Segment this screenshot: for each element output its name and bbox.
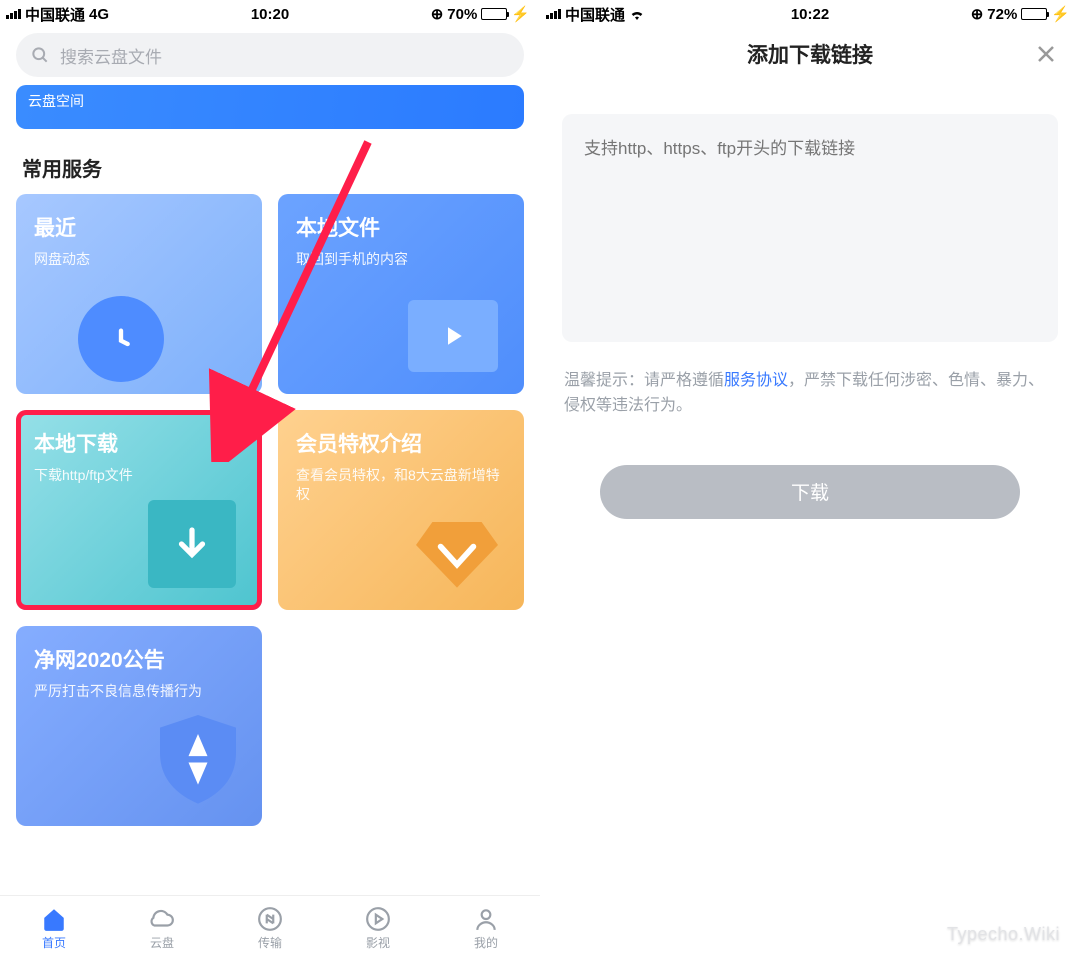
card-subtitle: 严厉打击不良信息传播行为 xyxy=(34,682,244,701)
modal-header: 添加下载链接 xyxy=(540,28,1080,80)
card-vip-info[interactable]: 会员特权介绍 查看会员特权，和8大云盘新增特权 xyxy=(278,410,524,610)
status-bar: 中国联通 4G 10:20 ⊕ 70% ⚡ xyxy=(0,0,540,28)
tab-label: 云盘 xyxy=(150,934,174,951)
card-local-download[interactable]: 本地下载 下载http/ftp文件 xyxy=(16,410,262,610)
clock: 10:20 xyxy=(251,6,289,23)
banner-text: 云盘空间 xyxy=(28,93,84,109)
diamond-icon xyxy=(416,522,498,588)
transfer-icon xyxy=(257,906,283,932)
download-url-input[interactable] xyxy=(562,114,1058,342)
wifi-icon xyxy=(629,8,645,20)
charging-icon: ⚡ xyxy=(1051,5,1070,23)
card-local-files[interactable]: 本地文件 取回到手机的内容 xyxy=(278,194,524,394)
hint-text: 温馨提示：请严格遵循服务协议，严禁下载任何涉密、色情、暴力、侵权等违法行为。 xyxy=(564,369,1056,419)
search-bar[interactable]: 搜索云盘文件 xyxy=(16,33,524,77)
tab-label: 首页 xyxy=(42,934,66,951)
battery-percent: 72% xyxy=(987,6,1017,23)
close-button[interactable] xyxy=(1034,42,1058,72)
download-button[interactable]: 下载 xyxy=(600,465,1020,519)
bottom-tab-bar: 首页 云盘 传输 影视 我的 xyxy=(0,895,540,961)
tab-profile[interactable]: 我的 xyxy=(432,896,540,961)
rotation-lock-icon: ⊕ xyxy=(431,5,444,23)
service-agreement-link[interactable]: 服务协议 xyxy=(724,372,788,389)
section-title: 常用服务 xyxy=(22,153,518,182)
card-clean-net-notice[interactable]: 净网2020公告 严厉打击不良信息传播行为 xyxy=(16,626,262,826)
network-label: 4G xyxy=(89,6,109,23)
close-icon xyxy=(1034,42,1058,66)
card-subtitle: 下载http/ftp文件 xyxy=(34,466,244,485)
play-circle-icon xyxy=(365,906,391,932)
battery-icon xyxy=(481,8,507,20)
tab-home[interactable]: 首页 xyxy=(0,896,108,961)
search-icon xyxy=(30,45,50,65)
card-subtitle: 取回到手机的内容 xyxy=(296,250,506,269)
tab-label: 我的 xyxy=(474,934,498,951)
card-title: 本地文件 xyxy=(296,212,506,242)
tab-label: 影视 xyxy=(366,934,390,951)
download-button-label: 下载 xyxy=(791,478,829,505)
tab-cloud[interactable]: 云盘 xyxy=(108,896,216,961)
battery-percent: 70% xyxy=(447,6,477,23)
signal-icon xyxy=(6,9,21,19)
card-title: 净网2020公告 xyxy=(34,644,244,674)
search-placeholder: 搜索云盘文件 xyxy=(60,43,162,68)
tab-video[interactable]: 影视 xyxy=(324,896,432,961)
home-icon xyxy=(41,906,67,932)
hint-pre: 温馨提示：请严格遵循 xyxy=(564,372,724,389)
right-phone: 中国联通 10:22 ⊕ 72% ⚡ 添加下载链接 温馨提示：请严格遵循服务协议… xyxy=(540,0,1080,961)
status-bar: 中国联通 10:22 ⊕ 72% ⚡ xyxy=(540,0,1080,28)
user-icon xyxy=(473,906,499,932)
cloud-space-banner[interactable]: 云盘空间 xyxy=(16,85,524,129)
download-icon xyxy=(148,500,236,588)
signal-icon xyxy=(546,9,561,19)
clock-icon xyxy=(78,296,164,382)
cloud-icon xyxy=(149,906,175,932)
service-cards: 最近 网盘动态 本地文件 取回到手机的内容 本地下载 下载http/ftp文件 … xyxy=(0,194,540,826)
left-phone: 中国联通 4G 10:20 ⊕ 70% ⚡ 搜索云盘文件 云盘空间 常用服务 最… xyxy=(0,0,540,961)
tab-transfer[interactable]: 传输 xyxy=(216,896,324,961)
carrier-label: 中国联通 xyxy=(25,4,85,25)
card-subtitle: 查看会员特权，和8大云盘新增特权 xyxy=(296,466,506,504)
battery-icon xyxy=(1021,8,1047,20)
card-title: 本地下载 xyxy=(34,428,244,458)
rotation-lock-icon: ⊕ xyxy=(971,5,984,23)
modal-title: 添加下载链接 xyxy=(747,39,873,69)
card-subtitle: 网盘动态 xyxy=(34,250,244,269)
tab-label: 传输 xyxy=(258,934,282,951)
shield-icon xyxy=(160,715,236,804)
carrier-label: 中国联通 xyxy=(565,4,625,25)
charging-icon: ⚡ xyxy=(511,5,530,23)
card-title: 最近 xyxy=(34,212,244,242)
card-title: 会员特权介绍 xyxy=(296,428,506,458)
clock: 10:22 xyxy=(791,6,829,23)
folder-play-icon xyxy=(408,300,498,372)
card-recent[interactable]: 最近 网盘动态 xyxy=(16,194,262,394)
watermark: Typecho.Wiki xyxy=(947,924,1060,945)
